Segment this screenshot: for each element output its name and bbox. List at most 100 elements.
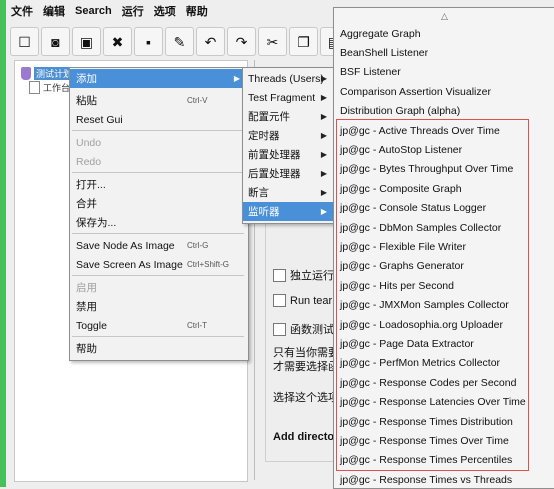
help-text-2: 才需要选择函	[273, 361, 339, 373]
menu-3[interactable]: 运行	[117, 3, 149, 19]
context-menu-item: Redo	[70, 152, 246, 171]
cut-button[interactable]: ✂	[258, 27, 287, 56]
add-submenu-item[interactable]: 断言 ▶	[243, 183, 333, 202]
jmeter-window: 文件编辑Search运行选项帮助 ☐◙▣✖▪✎↶↷✂❐▤ 测试计划 工作台 独立…	[6, 0, 554, 489]
context-menu-item[interactable]: 合并	[70, 194, 246, 213]
templates-button[interactable]: ◙	[41, 27, 70, 56]
context-menu-item-label: Redo	[76, 155, 102, 168]
context-menu-item[interactable]: Save Screen As Image Ctrl+Shift-G	[70, 255, 246, 274]
submenu-arrow-icon: ▶	[320, 93, 327, 102]
menu-5[interactable]: 帮助	[181, 3, 213, 19]
context-menu-item[interactable]: 保存为...	[70, 213, 246, 232]
checkbox[interactable]	[273, 294, 286, 307]
checkbox-label: 独立运行	[290, 270, 334, 282]
shortcut-label: Ctrl+Shift-G	[187, 260, 230, 269]
redo-icon: ↷	[235, 33, 248, 50]
tree-node-workbench[interactable]: 工作台	[29, 81, 70, 94]
checkbox[interactable]	[273, 322, 286, 336]
add-submenu-item-label: 前置处理器	[248, 149, 301, 161]
context-menu-item[interactable]: 打开...	[70, 175, 246, 194]
templates-icon: ◙	[51, 33, 60, 50]
menu-2[interactable]: Search	[70, 5, 117, 17]
context-menu-item[interactable]: 禁用	[70, 297, 246, 316]
context-menu-item[interactable]: 添加 ▶	[70, 69, 246, 88]
add-submenu-item-label: Test Fragment	[248, 91, 316, 104]
run-teardown-option[interactable]: Run tear	[273, 294, 332, 307]
add-submenu-item-label: 断言	[248, 187, 269, 199]
close-button[interactable]: ✖	[103, 27, 132, 56]
tree-node-label: 工作台	[43, 83, 71, 93]
menu-separator	[72, 336, 244, 337]
context-menu-item[interactable]: Reset Gui	[70, 110, 246, 129]
submenu-arrow-icon: ▶	[320, 131, 327, 140]
redo-button[interactable]: ↷	[227, 27, 256, 56]
copy-icon: ❐	[297, 33, 310, 50]
highlight-box	[336, 119, 529, 471]
save-button[interactable]: ▪	[134, 27, 163, 56]
context-menu: 添加 ▶ 粘贴 Ctrl-V Reset Gui Undo Redo 打开... 合并保存为..…	[69, 67, 249, 361]
new-icon: ☐	[18, 33, 31, 50]
context-menu-item[interactable]: Toggle Ctrl-T	[70, 316, 246, 335]
listener-item[interactable]: Aggregate Graph	[334, 24, 553, 43]
menu-4[interactable]: 选项	[149, 3, 181, 19]
add-submenu-item[interactable]: 定时器 ▶	[243, 126, 333, 145]
listener-item[interactable]: BeanShell Listener	[334, 43, 553, 62]
toolbar: ☐◙▣✖▪✎↶↷✂❐▤	[10, 27, 349, 57]
menu-separator	[72, 130, 244, 131]
functional-test-option[interactable]: 函数测试	[273, 321, 334, 337]
help-text-3: 选择这个选项	[273, 392, 339, 404]
submenu-arrow-icon: ▶	[320, 112, 327, 121]
new-button[interactable]: ☐	[10, 27, 39, 56]
context-menu-item[interactable]: Save Node As Image Ctrl-G	[70, 236, 246, 255]
undo-icon: ↶	[204, 33, 217, 50]
checkbox[interactable]	[273, 268, 286, 282]
workbench-icon	[29, 81, 40, 94]
checkbox-label: Run tear	[290, 294, 333, 307]
close-icon: ✖	[111, 33, 124, 50]
add-submenu-item-label: 配置元件	[248, 111, 290, 123]
listener-item[interactable]: BSF Listener	[334, 63, 553, 82]
submenu-arrow-icon: ▶	[320, 150, 327, 159]
context-menu-item[interactable]: 帮助	[70, 339, 246, 358]
run-independent-option[interactable]: 独立运行	[273, 267, 334, 283]
add-submenu: Threads (Users) ▶ Test Fragment ▶ 配置元件 ▶ 定时器 ▶ 前…	[242, 67, 336, 224]
context-menu-item-label: 打开...	[76, 179, 106, 191]
add-submenu-item-label: 后置处理器	[248, 168, 301, 180]
add-submenu-item[interactable]: Test Fragment ▶	[243, 88, 333, 107]
undo-button[interactable]: ↶	[196, 27, 225, 56]
listener-item[interactable]: Comparison Assertion Visualizer	[334, 82, 553, 101]
scroll-up-icon[interactable]: △	[334, 8, 554, 24]
listener-item[interactable]: jp@gc - Response Times vs Threads	[334, 470, 553, 488]
shortcut-label: Ctrl-V	[187, 96, 208, 105]
menu-0[interactable]: 文件	[6, 3, 38, 19]
context-menu-item[interactable]: 粘贴 Ctrl-V	[70, 91, 246, 110]
save-as-button[interactable]: ✎	[165, 27, 194, 56]
copy-button[interactable]: ❐	[289, 27, 318, 56]
context-menu-item-label: 粘贴	[76, 95, 97, 107]
context-menu-item-label: 禁用	[76, 301, 97, 313]
context-menu-item-label: 保存为...	[76, 217, 117, 229]
tree-node-test-plan[interactable]: 测试计划	[21, 67, 75, 80]
context-menu-item: Undo	[70, 133, 246, 152]
context-menu-item-label: Save Node As Image	[76, 239, 175, 252]
menu-separator	[72, 233, 244, 234]
menu-separator	[72, 275, 244, 276]
add-submenu-item[interactable]: 监听器 ▶	[243, 202, 333, 221]
submenu-arrow-icon: ▶	[233, 74, 240, 83]
context-menu-item-label: Save Screen As Image	[76, 258, 183, 271]
context-menu-item-label: 帮助	[76, 343, 97, 355]
submenu-arrow-icon: ▶	[320, 188, 327, 197]
add-submenu-item[interactable]: Threads (Users) ▶	[243, 69, 333, 88]
test-plan-icon	[21, 67, 31, 80]
open-icon: ▣	[79, 33, 94, 50]
menu-separator	[72, 172, 244, 173]
add-submenu-item[interactable]: 配置元件 ▶	[243, 107, 333, 126]
add-submenu-item[interactable]: 后置处理器 ▶	[243, 164, 333, 183]
open-button[interactable]: ▣	[72, 27, 101, 56]
add-submenu-item[interactable]: 前置处理器 ▶	[243, 145, 333, 164]
save-as-icon: ✎	[173, 33, 186, 50]
add-submenu-item-label: Threads (Users)	[248, 72, 324, 85]
listener-item[interactable]: Distribution Graph (alpha)	[334, 102, 553, 121]
menu-1[interactable]: 编辑	[38, 3, 70, 19]
add-submenu-item-label: 定时器	[248, 130, 280, 142]
